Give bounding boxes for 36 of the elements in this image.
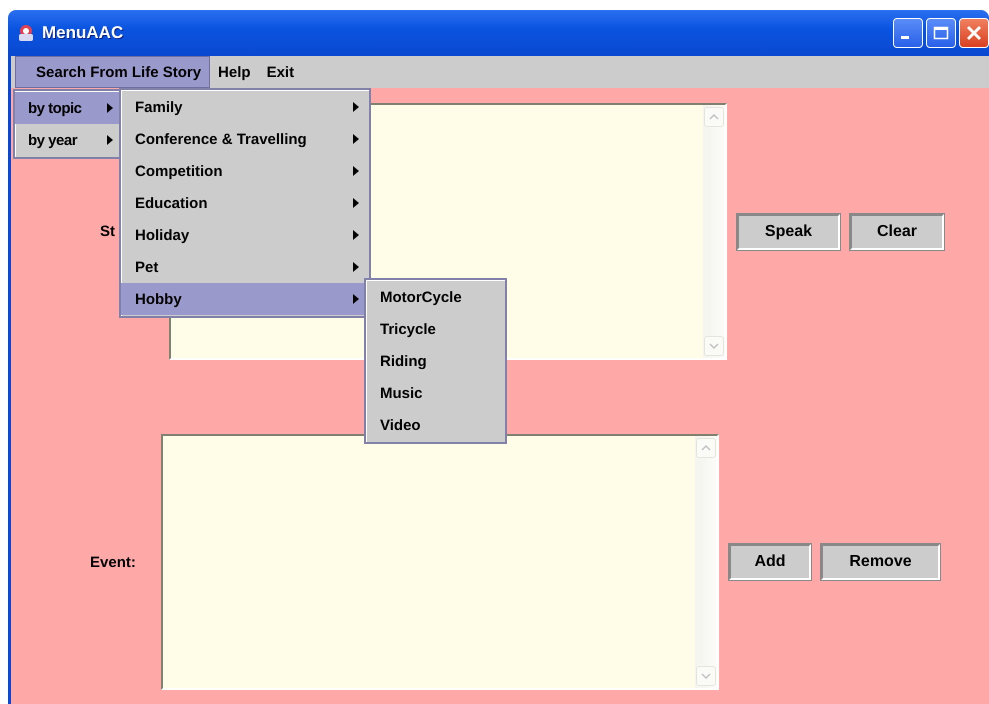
scrollbar[interactable] [695,436,717,688]
maximize-button[interactable] [926,18,956,48]
menu-item[interactable]: Conference & Travelling [121,123,369,155]
minimize-button[interactable] [893,18,923,48]
menu-item[interactable]: Family [121,91,369,123]
window-title: MenuAAC [42,23,124,43]
menu-item[interactable]: Exit [258,56,302,88]
story-button[interactable]: Clear [850,214,944,250]
field-label: Event: [89,554,137,570]
menu-item[interactable]: Tricycle [366,313,505,345]
menu-item[interactable]: Search From Life Story [15,56,210,88]
menu-item[interactable]: Education [121,187,369,219]
menu-item[interactable]: Riding [366,345,505,377]
menu-item[interactable]: MotorCycle [366,281,505,313]
menu-item[interactable]: by year [15,124,121,156]
menu-item[interactable]: by topic [15,92,121,124]
event-button[interactable]: Add [729,544,811,580]
close-button[interactable] [959,18,989,48]
minimize-icon [901,36,909,38]
menu-item[interactable]: Video [366,409,505,441]
scrollbar[interactable] [703,105,725,358]
scroll-up-icon[interactable] [696,438,716,458]
scroll-down-icon[interactable] [704,336,724,356]
scroll-down-icon[interactable] [696,666,716,686]
event-text-area[interactable] [161,434,719,690]
menu-item[interactable]: Help [210,56,259,88]
menu-item[interactable]: Competition [121,155,369,187]
menu-item[interactable]: Music [366,377,505,409]
menu-item[interactable]: Pet [121,251,369,283]
close-icon [966,25,982,41]
app-icon [16,23,36,43]
scroll-up-icon[interactable] [704,107,724,127]
maximize-icon [933,26,949,40]
event-button[interactable]: Remove [821,544,940,580]
story-button[interactable]: Speak [737,214,840,250]
menu-item[interactable]: Holiday [121,219,369,251]
